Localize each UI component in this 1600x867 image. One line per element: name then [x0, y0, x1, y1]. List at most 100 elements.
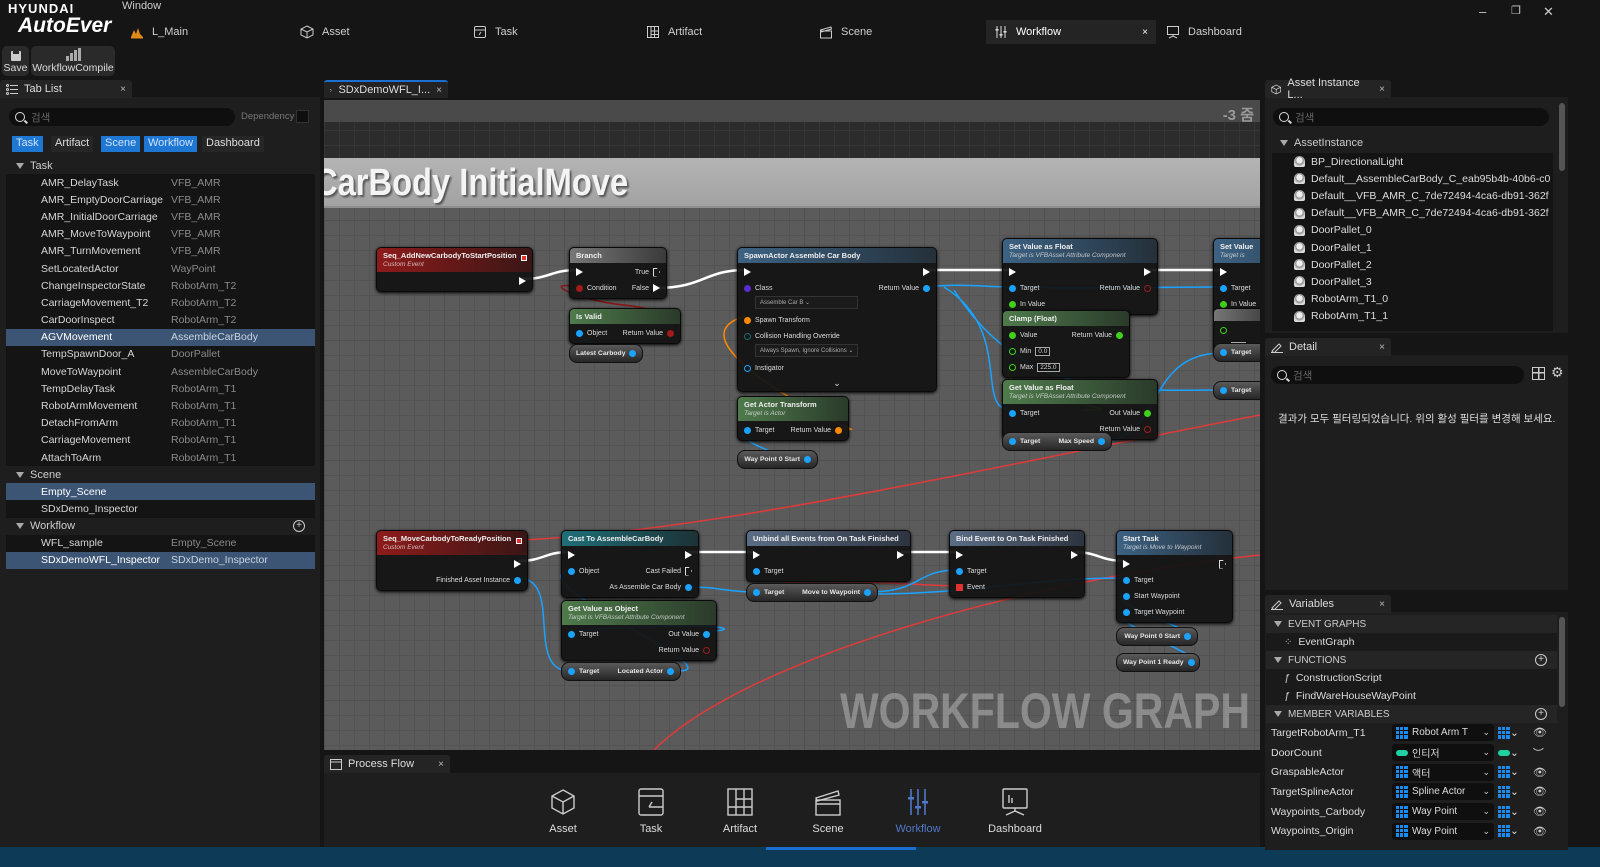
- exec-pin-icon[interactable]: [923, 268, 930, 276]
- tree-item[interactable]: TempSpawnDoor_A DoorPallet: [6, 345, 315, 364]
- pin[interactable]: [568, 550, 599, 560]
- tree-item[interactable]: SDxDemoWFL_Inspector SDxDemo_Inspector: [6, 551, 315, 569]
- orange-pin-icon[interactable]: [744, 316, 751, 324]
- blue-pin-icon[interactable]: [1009, 409, 1016, 417]
- pin[interactable]: True: [635, 267, 660, 277]
- green-pin-icon[interactable]: [1116, 331, 1123, 339]
- pin[interactable]: [1220, 325, 1246, 335]
- blue-pin-icon[interactable]: [1009, 284, 1016, 292]
- object-pin-icon[interactable]: [1220, 349, 1227, 356]
- add-function-icon[interactable]: +: [1535, 654, 1547, 666]
- pin[interactable]: Target: [568, 667, 599, 677]
- pin[interactable]: Out Value: [1109, 408, 1151, 418]
- pin[interactable]: [1123, 559, 1184, 569]
- pin[interactable]: Return Value: [879, 283, 930, 293]
- green-pin-icon[interactable]: [1220, 300, 1227, 308]
- node-header[interactable]: Start Task Target is Move to Waypoint: [1117, 531, 1232, 555]
- asset-instance-item[interactable]: DoorPallet_3: [1272, 273, 1553, 290]
- container-type-icon[interactable]: [1498, 805, 1510, 818]
- process-asset-button[interactable]: Asset: [528, 787, 598, 835]
- green-pin-icon[interactable]: [1144, 409, 1151, 417]
- pin[interactable]: Located Actor: [618, 667, 674, 677]
- pin[interactable]: Cast Failed: [646, 566, 692, 576]
- blue-pin-icon[interactable]: [514, 576, 521, 584]
- graph-node-getobj[interactable]: Get Value as Object Target is VFBAsset At…: [561, 600, 717, 661]
- pin[interactable]: Target: [1123, 575, 1184, 585]
- graph-node-bind[interactable]: Bind Event to On Task Finished Target Even…: [949, 530, 1085, 598]
- pin[interactable]: Object: [568, 566, 599, 576]
- exec-pin-icon[interactable]: [1219, 559, 1226, 569]
- delegate-pin-icon[interactable]: [956, 583, 963, 591]
- delegate-pin-icon[interactable]: [521, 255, 527, 261]
- red-pin-icon[interactable]: [703, 646, 710, 654]
- node-header[interactable]: Clamp (Float): [1003, 311, 1129, 326]
- pin[interactable]: [956, 550, 986, 560]
- node-header[interactable]: [1214, 309, 1260, 321]
- pin-value-input[interactable]: 225.0: [1037, 362, 1060, 372]
- blue-pin-icon[interactable]: [703, 630, 710, 638]
- tab-task[interactable]: Task: [465, 20, 526, 44]
- pin[interactable]: Target: [1009, 437, 1040, 447]
- variables-close-button[interactable]: ×: [1379, 599, 1385, 610]
- green-pin-icon[interactable]: [1009, 331, 1016, 339]
- pin[interactable]: Max Speed: [1058, 437, 1105, 447]
- pin[interactable]: Out Value: [668, 629, 710, 639]
- node-header[interactable]: Get Actor Transform Target is Actor: [738, 397, 848, 421]
- asset-scrollbar[interactable]: [1559, 103, 1565, 171]
- tab-asset[interactable]: Asset: [292, 20, 358, 44]
- container-type-icon[interactable]: [1498, 785, 1510, 798]
- asset-instance-root[interactable]: AssetInstance: [1270, 134, 1553, 151]
- member-variable-row[interactable]: TargetRobotArm_T1 Robot Arm T ⌄ ⌄ 👁: [1266, 723, 1557, 743]
- tree-item[interactable]: WFL_sample Empty_Scene: [6, 534, 315, 552]
- exec-pin-icon[interactable]: [576, 268, 583, 276]
- blue-pin-icon[interactable]: [744, 426, 751, 434]
- pin[interactable]: Return Value: [623, 328, 674, 338]
- variable-node[interactable]: Way Point 0 Start: [737, 450, 818, 469]
- process-task-button[interactable]: Task: [616, 787, 686, 835]
- variable-type-select[interactable]: Way Point ⌄: [1392, 822, 1494, 840]
- teal-pin-icon[interactable]: [744, 332, 751, 340]
- process-flow-close-button[interactable]: ×: [438, 759, 444, 770]
- asset-instance-item[interactable]: DoorPallet_0: [1272, 222, 1553, 239]
- process-dashboard-button[interactable]: Dashboard: [980, 787, 1050, 835]
- workflow-compile-button[interactable]: WorkflowCompile: [31, 46, 115, 76]
- asset-instance-item[interactable]: Default__AssembleCarBody_C_eab95b4b-40b6…: [1272, 170, 1553, 187]
- pin[interactable]: [514, 559, 521, 569]
- pin[interactable]: Target: [753, 566, 783, 576]
- object-pin-icon[interactable]: [667, 668, 674, 675]
- asset-instance-item[interactable]: BP_DirectionalLight: [1272, 153, 1553, 170]
- pin[interactable]: [1009, 267, 1045, 277]
- node-header[interactable]: Cast To AssembleCarBody: [562, 531, 698, 546]
- pin[interactable]: Value: [1009, 330, 1060, 340]
- graph-node-isvalid[interactable]: Is Valid Object Return Value: [569, 308, 681, 344]
- tree-item[interactable]: AttachToArm RobotArm_T1: [6, 449, 315, 467]
- exec-pin-icon[interactable]: [514, 560, 521, 568]
- exec-pin-icon[interactable]: [568, 551, 575, 559]
- variable-type-select[interactable]: 인티저 ⌄: [1392, 744, 1494, 762]
- pin[interactable]: Instigator: [744, 363, 858, 373]
- tab-artifact[interactable]: Artifact: [638, 20, 710, 44]
- pin-value-input[interactable]: 0.0: [1035, 346, 1051, 356]
- eye-icon[interactable]: 👁: [1533, 726, 1547, 739]
- object-pin-icon[interactable]: [568, 668, 575, 675]
- blue-pin-icon[interactable]: [1123, 592, 1130, 600]
- exec-pin-icon[interactable]: [956, 551, 963, 559]
- member-variable-row[interactable]: Waypoints_Carbody Way Point ⌄ ⌄ 👁: [1266, 802, 1557, 822]
- graph-node-spawn[interactable]: SpawnActor Assemble Car Body Class Assembl…: [737, 247, 937, 392]
- detail-search-input[interactable]: 검색: [1271, 366, 1524, 384]
- pin[interactable]: Way Point 1 Ready: [1123, 658, 1195, 668]
- tree-item[interactable]: CarriageMovement_T2 RobotArm_T2: [6, 294, 315, 312]
- graph-tab-close-button[interactable]: ×: [436, 85, 442, 96]
- variable-node[interactable]: Target Located Actor: [561, 662, 681, 681]
- graph-node-getf[interactable]: Get Value as Float Target is VFBAsset Att…: [1002, 379, 1158, 440]
- node-header[interactable]: Is Valid: [570, 309, 680, 324]
- pin[interactable]: Target: [1220, 283, 1256, 293]
- exec-pin-icon[interactable]: [1071, 551, 1078, 559]
- event-graphs-header[interactable]: EVENT GRAPHS: [1266, 615, 1557, 633]
- pin[interactable]: In Value: [1009, 299, 1045, 309]
- pin[interactable]: Spawn Transform: [744, 315, 858, 325]
- variable-node[interactable]: Target: [1213, 343, 1260, 362]
- pin[interactable]: Return Value: [659, 645, 710, 655]
- graph-node-ev1[interactable]: Seq_AddNewCarbodyToStartPosition Custom E…: [376, 247, 533, 292]
- blue-pin-icon[interactable]: [753, 567, 760, 575]
